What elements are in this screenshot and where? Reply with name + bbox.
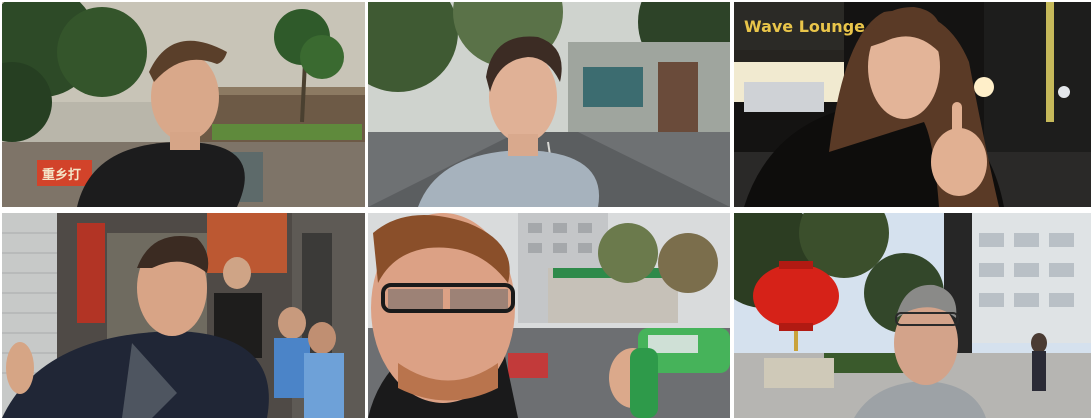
market-alley-image bbox=[2, 213, 365, 418]
night-street-image: Wave Lounge bbox=[734, 2, 1091, 207]
photo-tile-tree-lined-street bbox=[368, 2, 730, 207]
photo-tile-tropical-plaza: 重乡打 bbox=[2, 2, 365, 207]
plaza-with-red-lantern-image bbox=[734, 213, 1091, 418]
photo-collage: 重乡打 Wave Lounge bbox=[0, 0, 1091, 418]
tree-lined-street-image bbox=[368, 2, 730, 207]
photo-tile-city-street-with-bus bbox=[368, 213, 730, 418]
tropical-plaza-image: 重乡打 bbox=[2, 2, 365, 207]
sign-text-wave-lounge: Wave Lounge bbox=[744, 17, 865, 36]
sign-text-red-banner: 重乡打 bbox=[42, 167, 81, 183]
photo-tile-market-alley bbox=[2, 213, 365, 418]
city-street-with-bus-image bbox=[368, 213, 730, 418]
photo-tile-plaza-with-red-lantern bbox=[734, 213, 1091, 418]
photo-tile-night-street: Wave Lounge bbox=[734, 2, 1091, 207]
